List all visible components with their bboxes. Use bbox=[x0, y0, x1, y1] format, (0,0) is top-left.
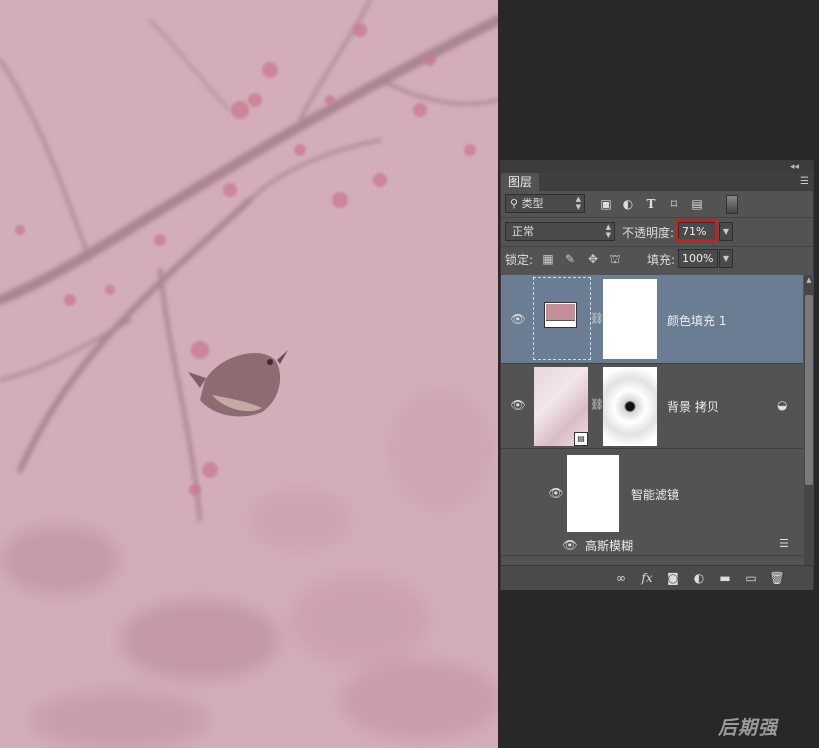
new-layer-icon[interactable]: ▭ bbox=[743, 570, 759, 586]
lock-transparency-icon[interactable]: ▦ bbox=[541, 251, 555, 267]
swatch-slider-icon bbox=[546, 320, 575, 325]
lock-position-icon[interactable]: ✥ bbox=[586, 251, 600, 267]
opacity-highlight-box bbox=[675, 219, 718, 242]
lock-pixels-brush-icon[interactable]: ✎ bbox=[563, 251, 577, 267]
smart-object-badge-icon: ▤ bbox=[574, 432, 588, 446]
filter-kind-select[interactable]: ⚲ 类型 ▲ ▼ bbox=[505, 194, 585, 213]
blend-mode-select[interactable]: 正常 ▲ ▼ bbox=[505, 222, 615, 241]
mask-thumbnail[interactable] bbox=[603, 279, 657, 359]
layer-name[interactable]: 颜色填充 1 bbox=[667, 312, 726, 329]
panel-tab-row: 图层 ☰ bbox=[501, 173, 813, 191]
layer-row-smart-filters[interactable]: 👁 智能滤镜 bbox=[501, 449, 803, 534]
eye-icon[interactable]: 👁 bbox=[547, 486, 565, 500]
add-mask-icon[interactable]: ◙ bbox=[665, 570, 681, 586]
blend-opacity-row: 正常 ▲ ▼ 不透明度: 71% ▼ bbox=[501, 219, 813, 246]
fill-dropdown-button[interactable]: ▼ bbox=[719, 249, 733, 268]
link-layers-icon[interactable]: ∞ bbox=[613, 570, 629, 586]
layers-panel: ◂◂ 图层 ☰ ⚲ 类型 ▲ ▼ ▣ ◐ T ⌑ ▤ 正常 ▲ ▼ 不透明度: 71… bbox=[500, 160, 814, 590]
layer-row-gaussian-blur[interactable]: 👁 高斯模糊 ☰ bbox=[501, 534, 803, 556]
new-group-icon[interactable]: ▬ bbox=[717, 570, 733, 586]
panel-menu-icon[interactable]: ☰ bbox=[800, 175, 809, 189]
photo-artwork bbox=[0, 0, 498, 748]
panel-title-bar[interactable]: ◂◂ bbox=[501, 161, 813, 173]
layer-list-scrollbar[interactable]: ▲ bbox=[804, 275, 814, 565]
scroll-thumb[interactable] bbox=[805, 295, 813, 485]
updown-arrows-icon: ▲ ▼ bbox=[575, 195, 581, 211]
lock-all-icon[interactable]: ⛫ bbox=[608, 251, 622, 267]
lock-label: 锁定: bbox=[505, 253, 534, 267]
eye-icon[interactable]: 👁 bbox=[509, 312, 527, 326]
opacity-dropdown-button[interactable]: ▼ bbox=[719, 222, 733, 241]
color-swatch-frame bbox=[544, 302, 577, 328]
divider bbox=[501, 217, 813, 218]
smart-object-filter-icon[interactable]: ▤ bbox=[689, 196, 705, 212]
eye-icon[interactable]: 👁 bbox=[561, 538, 579, 552]
divider bbox=[501, 246, 813, 247]
watermark-text: 后期强 bbox=[718, 717, 779, 739]
filter-mask-thumbnail[interactable] bbox=[603, 367, 657, 446]
layer-name[interactable]: 高斯模糊 bbox=[585, 537, 633, 554]
updown-arrows-icon: ▲ ▼ bbox=[605, 223, 611, 239]
fx-icon[interactable]: fx bbox=[639, 570, 655, 586]
shape-filter-icon[interactable]: ⌑ bbox=[666, 196, 682, 212]
double-chevron-left-icon[interactable]: ◂◂ bbox=[790, 161, 799, 173]
layer-name[interactable]: 智能滤镜 bbox=[631, 486, 679, 503]
filter-options-icon[interactable]: ☰ bbox=[779, 537, 789, 550]
layer-row-color-fill[interactable]: 👁 ⛓ 颜色填充 1 bbox=[501, 275, 803, 364]
eye-icon[interactable]: 👁 bbox=[509, 398, 527, 412]
smart-filters-toggle-icon[interactable]: ◒ bbox=[777, 398, 791, 412]
filter-kind-label: 类型 bbox=[521, 197, 544, 210]
layer-row-background-copy[interactable]: 👁 ▤ ⛓ 背景 拷贝 ◒ bbox=[501, 364, 803, 449]
delete-icon[interactable]: 🗑 bbox=[769, 570, 785, 586]
fill-label: 填充: bbox=[647, 253, 676, 267]
layer-name[interactable]: 背景 拷贝 bbox=[667, 398, 719, 415]
fill-input[interactable]: 100% bbox=[678, 249, 718, 268]
search-icon: ⚲ bbox=[510, 197, 519, 210]
tab-layers[interactable]: 图层 bbox=[501, 173, 540, 191]
opacity-label: 不透明度: bbox=[622, 226, 675, 240]
color-swatch bbox=[546, 304, 575, 320]
smart-filter-mask-thumbnail[interactable] bbox=[567, 455, 619, 532]
chain-link-icon[interactable]: ⛓ bbox=[590, 398, 604, 412]
layers-bottom-toolbar: ∞ fx ◙ ◐ ▬ ▭ 🗑 bbox=[501, 565, 813, 590]
scroll-up-icon[interactable]: ▲ bbox=[804, 275, 814, 285]
fill-thumbnail[interactable] bbox=[533, 277, 591, 360]
image-filter-icon[interactable]: ▣ bbox=[598, 196, 614, 212]
blend-mode-value: 正常 bbox=[512, 225, 534, 238]
type-filter-icon[interactable]: T bbox=[643, 196, 659, 212]
chain-link-icon[interactable]: ⛓ bbox=[590, 312, 604, 326]
layer-filter-row: ⚲ 类型 ▲ ▼ ▣ ◐ T ⌑ ▤ bbox=[501, 194, 813, 218]
document-canvas[interactable] bbox=[0, 0, 498, 748]
smart-object-thumbnail[interactable]: ▤ bbox=[534, 367, 588, 446]
layer-list[interactable]: 👁 ⛓ 颜色填充 1 👁 ▤ ⛓ 背景 拷贝 ◒ 👁 智能滤镜 👁 高斯模糊 ☰ bbox=[501, 275, 803, 565]
adjustment-filter-icon[interactable]: ◐ bbox=[620, 196, 636, 212]
filter-toggle-switch[interactable] bbox=[726, 195, 738, 214]
new-adjustment-icon[interactable]: ◐ bbox=[691, 570, 707, 586]
lock-fill-row: 锁定: ▦ ✎ ✥ ⛫ 填充: 100% ▼ bbox=[501, 249, 813, 273]
